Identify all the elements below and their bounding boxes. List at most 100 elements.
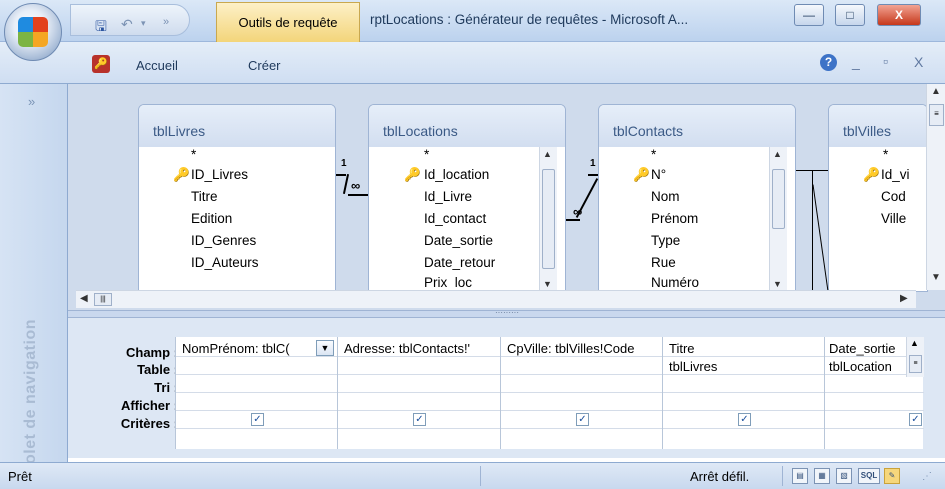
- scroll-thumb[interactable]: ≡: [909, 355, 922, 373]
- table-box-tblcontacts[interactable]: tblContacts * 🔑 N° Nom Prénom Type Rue N…: [598, 104, 796, 292]
- scroll-up-icon[interactable]: ▲: [931, 86, 941, 97]
- field-item[interactable]: *: [191, 147, 196, 162]
- field-item[interactable]: Edition: [191, 211, 232, 226]
- field-item[interactable]: Ville: [881, 211, 906, 226]
- scroll-left-icon[interactable]: ◀: [80, 293, 88, 304]
- grid-column[interactable]: CpVille: tblVilles!Code ✓: [501, 337, 663, 449]
- field-item[interactable]: Rue: [651, 255, 676, 270]
- grid-cell-champ[interactable]: Adresse: tblContacts!': [344, 341, 498, 356]
- field-item[interactable]: Type: [651, 233, 680, 248]
- undo-dropdown-icon[interactable]: ▾: [141, 18, 146, 34]
- grid-cell-champ[interactable]: CpVille: tblVilles!Code: [507, 341, 661, 356]
- table-title: tblVilles: [829, 105, 927, 147]
- show-checkbox[interactable]: ✓: [576, 413, 589, 426]
- relationship-line[interactable]: [348, 194, 368, 196]
- grid-cell-champ[interactable]: NomPrénom: tblC(: [182, 341, 312, 356]
- show-checkbox[interactable]: ✓: [251, 413, 264, 426]
- field-item[interactable]: Id_Livre: [424, 189, 472, 204]
- table-box-tblvilles[interactable]: tblVilles * 🔑 Id_vi Cod Ville: [828, 104, 928, 292]
- design-horizontal-scrollbar[interactable]: ◀ ||| ▶: [76, 290, 916, 308]
- field-item[interactable]: *: [883, 147, 888, 162]
- grid-cell-table[interactable]: tblLivres: [669, 359, 717, 374]
- field-item[interactable]: Id_location: [424, 167, 489, 182]
- query-grid[interactable]: NomPrénom: tblC( ▼ ✓ Adresse: tblContact…: [175, 337, 924, 449]
- customize-toolbar-icon[interactable]: »: [163, 16, 169, 32]
- scroll-up-icon[interactable]: ▲: [543, 149, 552, 159]
- table-scrollbar[interactable]: ▲ ▼: [539, 147, 557, 291]
- undo-icon[interactable]: ↶: [121, 16, 133, 32]
- relationship-line[interactable]: [588, 174, 598, 176]
- scroll-thumb[interactable]: [772, 169, 785, 229]
- design-view-icon[interactable]: ✎: [884, 468, 900, 484]
- help-icon[interactable]: ?: [820, 54, 837, 71]
- field-item[interactable]: ID_Livres: [191, 167, 248, 182]
- sql-view-icon[interactable]: SQL: [858, 468, 880, 484]
- field-item[interactable]: Date_retour: [424, 255, 495, 270]
- close-doc-icon[interactable]: X: [914, 54, 923, 70]
- grid-cell-table[interactable]: tblLocation: [829, 359, 905, 374]
- datasheet-view-icon[interactable]: ▤: [792, 468, 808, 484]
- design-vertical-scrollbar[interactable]: ▲ ≡ ▼: [926, 84, 945, 290]
- scroll-down-icon[interactable]: ▼: [773, 279, 782, 289]
- grid-cell-champ[interactable]: Titre: [669, 341, 823, 356]
- table-scrollbar[interactable]: ▲ ▼: [769, 147, 787, 291]
- show-checkbox[interactable]: ✓: [738, 413, 751, 426]
- table-box-tbllivres[interactable]: tblLivres * 🔑 ID_Livres Titre Edition ID…: [138, 104, 336, 292]
- navigation-pane[interactable]: » Volet de navigation: [0, 84, 68, 474]
- minimize-doc-icon[interactable]: _: [852, 54, 860, 70]
- field-item[interactable]: Date_sortie: [424, 233, 493, 248]
- scroll-thumb[interactable]: [542, 169, 555, 269]
- minimize-button[interactable]: —: [794, 4, 824, 26]
- pivotchart-view-icon[interactable]: ▧: [836, 468, 852, 484]
- relationship-line[interactable]: [812, 184, 829, 292]
- scroll-up-icon[interactable]: ▲: [910, 338, 919, 348]
- maximize-button[interactable]: □: [835, 4, 865, 26]
- field-item[interactable]: Cod: [881, 189, 906, 204]
- show-checkbox[interactable]: ✓: [909, 413, 922, 426]
- scroll-down-icon[interactable]: ▼: [931, 272, 941, 283]
- field-item[interactable]: *: [651, 147, 656, 162]
- tab-accueil[interactable]: Accueil: [136, 58, 178, 73]
- relationship-line[interactable]: [336, 174, 346, 176]
- scroll-thumb[interactable]: ≡: [929, 104, 944, 126]
- field-item[interactable]: N°: [651, 167, 666, 182]
- table-box-tbllocations[interactable]: tblLocations * 🔑 Id_location Id_Livre Id…: [368, 104, 566, 292]
- save-icon[interactable]: 🖫: [95, 16, 107, 34]
- relationship-line[interactable]: [566, 219, 580, 221]
- dropdown-arrow-icon[interactable]: ▼: [316, 340, 334, 356]
- primary-key-icon: 🔑: [173, 167, 190, 182]
- scroll-up-icon[interactable]: ▲: [773, 149, 782, 159]
- scroll-down-icon[interactable]: ▼: [543, 279, 552, 289]
- grid-column[interactable]: Titre tblLivres ✓: [663, 337, 825, 449]
- field-item[interactable]: Numéro: [651, 275, 699, 289]
- field-item[interactable]: ID_Auteurs: [191, 255, 259, 270]
- field-item[interactable]: Prénom: [651, 211, 698, 226]
- relation-one-label: 1: [341, 158, 347, 169]
- expand-nav-icon[interactable]: »: [28, 94, 35, 109]
- field-item[interactable]: Id_vi: [881, 167, 910, 182]
- pane-splitter[interactable]: ·········: [68, 309, 945, 318]
- field-item[interactable]: Titre: [191, 189, 218, 204]
- field-item[interactable]: Nom: [651, 189, 680, 204]
- ribbon: 🔑 Accueil Créer ? _ ▫ X: [0, 42, 945, 84]
- field-item[interactable]: ID_Genres: [191, 233, 256, 248]
- grid-column[interactable]: NomPrénom: tblC( ▼ ✓: [176, 337, 338, 449]
- field-item[interactable]: *: [424, 147, 429, 162]
- pivottable-view-icon[interactable]: ▦: [814, 468, 830, 484]
- title-bar: 🖫 ↶ ▾ » Outils de requête rptLocations :…: [0, 0, 945, 42]
- tab-creer[interactable]: Créer: [248, 58, 281, 73]
- field-item[interactable]: Id_contact: [424, 211, 486, 226]
- relationship-line[interactable]: [575, 178, 599, 218]
- close-button[interactable]: X: [877, 4, 921, 26]
- resize-grip-icon[interactable]: ⋰: [922, 471, 932, 482]
- scroll-thumb[interactable]: |||: [94, 293, 112, 306]
- grid-vertical-scrollbar[interactable]: ▲ ≡: [906, 337, 924, 377]
- relation-many-label: ∞: [351, 178, 361, 193]
- relationship-line[interactable]: [342, 174, 350, 194]
- field-item[interactable]: Prix_loc: [424, 275, 472, 289]
- show-checkbox[interactable]: ✓: [413, 413, 426, 426]
- grid-cell-champ[interactable]: Date_sortie: [829, 341, 905, 356]
- grid-column[interactable]: Adresse: tblContacts!' ✓: [338, 337, 501, 449]
- scroll-right-icon[interactable]: ▶: [900, 293, 908, 304]
- restore-doc-icon[interactable]: ▫: [883, 53, 888, 69]
